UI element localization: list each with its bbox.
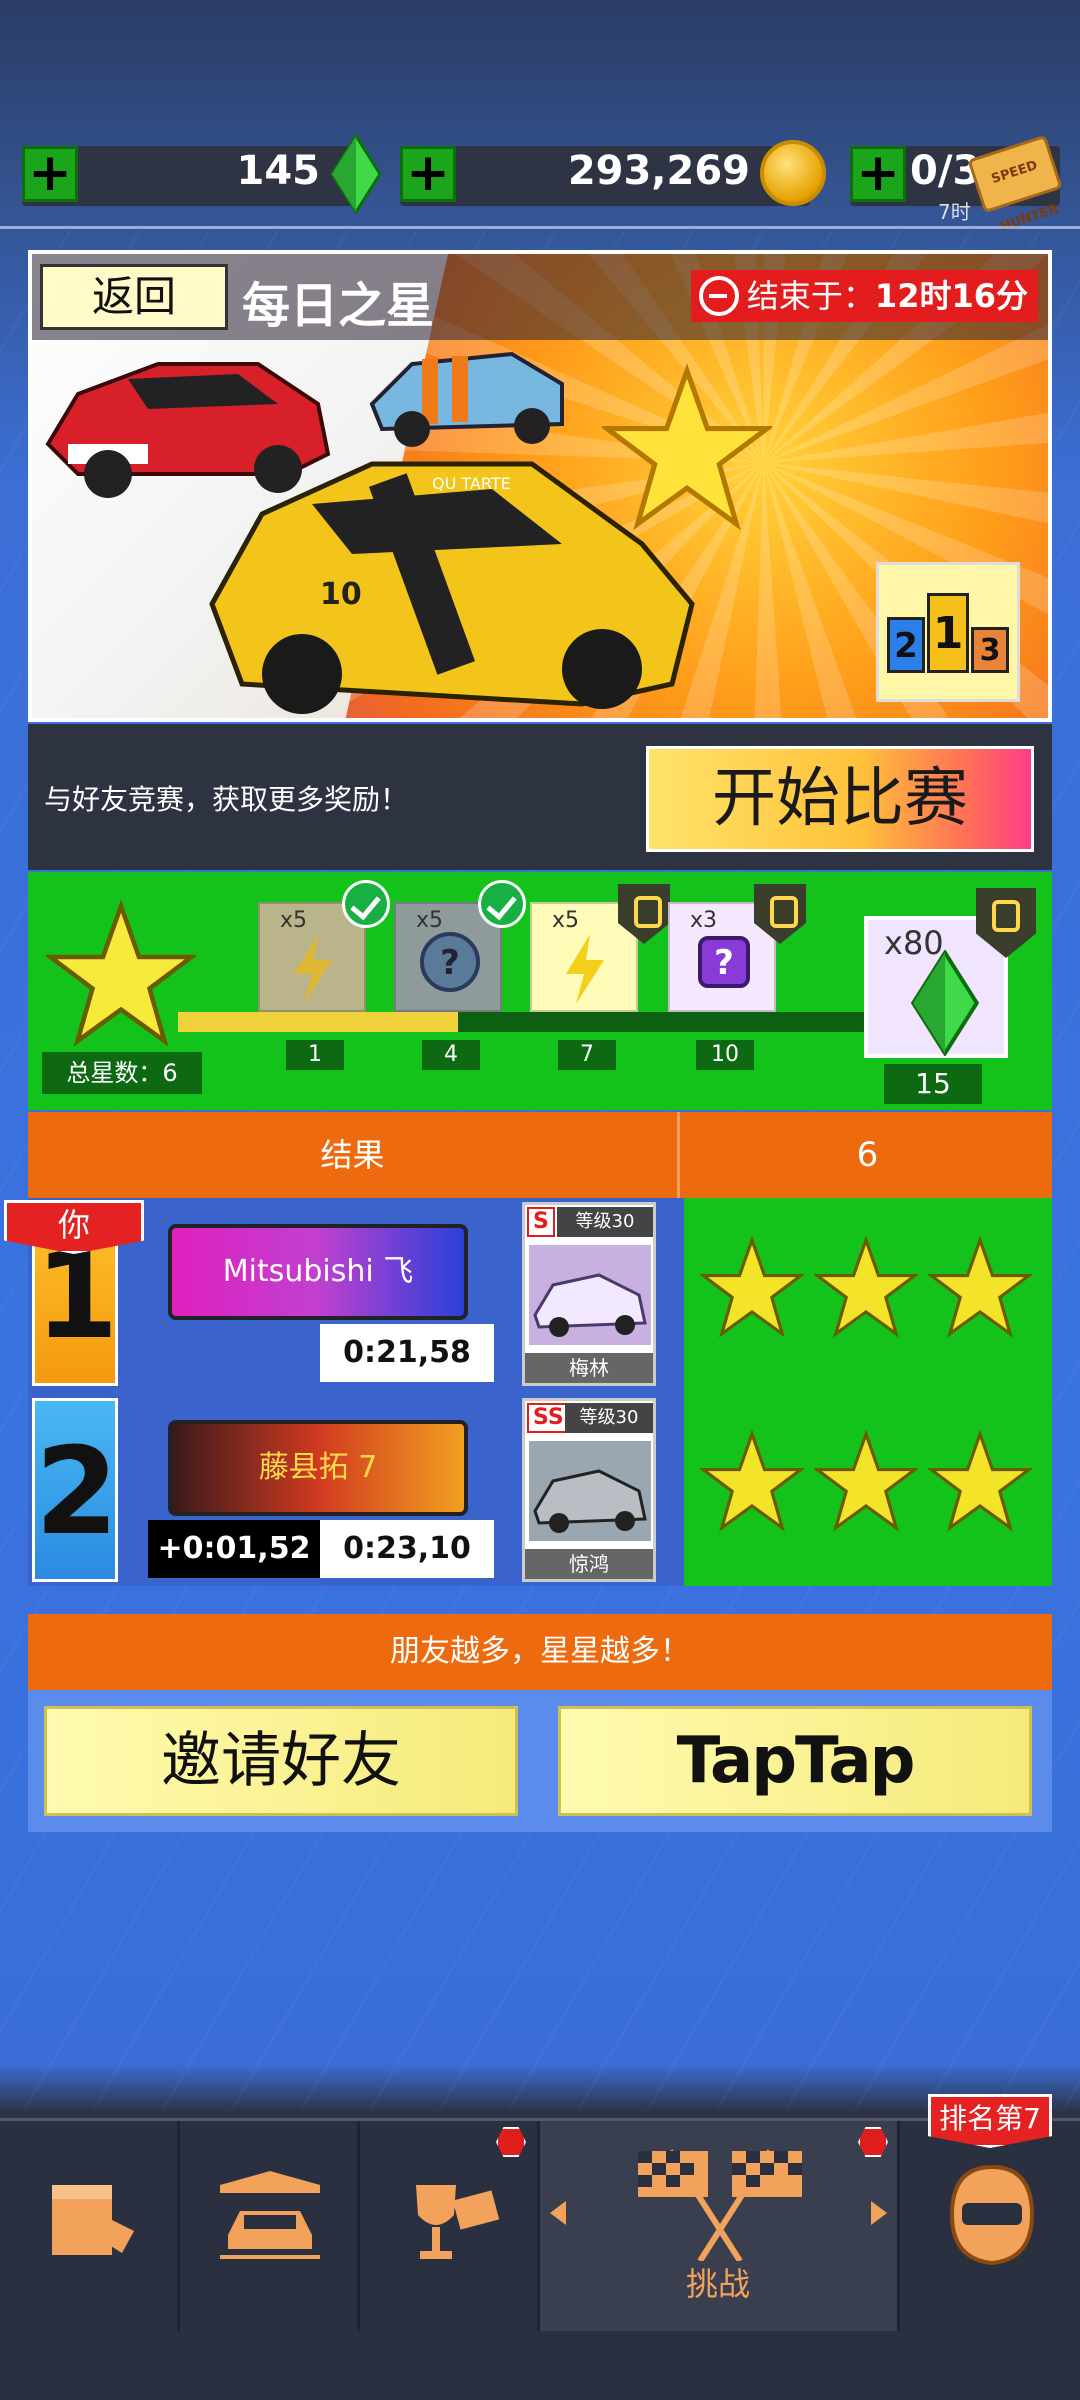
mystery-box-icon: ? [420,932,480,992]
total-star-icon [46,900,196,1047]
player-plate: Mitsubishi 飞 [168,1224,468,1320]
podium-third: 3 [971,627,1009,673]
start-hint: 与好友竞赛，获取更多奖励！ [44,783,409,816]
claimed-check-icon [342,880,390,928]
start-race-button[interactable]: 开始比赛 [646,746,1034,852]
car-livery-text: QU TARTE [432,474,511,493]
podium-second: 2 [887,617,925,673]
divider [0,226,1080,229]
gem-icon [910,950,980,1056]
add-gems-button[interactable]: + [22,146,78,202]
friends-header: 朋友越多，星星越多！ [28,1614,1052,1690]
result-stars-panel [684,1198,1052,1586]
coin-icon [760,140,826,206]
car-name: 惊鸿 [525,1549,653,1579]
car-image [529,1441,651,1541]
nav-item-cups[interactable] [360,2121,540,2331]
player-plate: 藤县拓 7 [168,1420,468,1516]
clock-icon [698,276,739,316]
result-row[interactable]: 2 藤县拓 7 +0:01,52 0:23,10 SS 等级30 惊鸿 [28,1394,684,1586]
car-image [529,1245,651,1345]
car-level: 等级30 [565,1403,653,1433]
end-time: 12时16分 [874,277,1028,315]
time-gap: +0:01,52 [148,1520,320,1578]
event-banner: QU TARTE 10 返回 每日之星 结束于：12时16分 2 1 3 [28,250,1052,722]
add-coins-button[interactable]: + [400,146,456,202]
claimed-check-icon [478,880,526,928]
lightning-icon [294,934,332,1004]
taptap-button[interactable]: TapTap [558,1706,1032,1816]
helmet-icon [949,2164,1035,2266]
threshold-label: 4 [422,1040,480,1070]
gems-value: 145 [236,148,321,194]
reward-count: x5 [280,908,308,933]
tickets-refill-time: 7时 [938,200,971,224]
reward-count: x5 [552,908,580,933]
race-time: 0:23,10 [320,1520,494,1578]
banner-star-icon [602,364,772,531]
car-name: 梅林 [525,1353,653,1383]
notification-dot [858,2127,888,2157]
car-number: 10 [320,577,362,612]
bottom-nav: 挑战 [0,2118,1080,2400]
lightning-icon [566,934,604,1004]
flags-icon [638,2149,802,2261]
car-level: 等级30 [557,1207,653,1237]
star-icon [814,1236,918,1338]
nav-item-shop[interactable] [0,2121,180,2331]
car-tier: S [527,1207,555,1237]
nav-item-profile[interactable] [900,2121,1080,2331]
chevron-right-icon [871,2201,887,2225]
star-progress-fill [178,1012,458,1032]
start-race-row: 与好友竞赛，获取更多奖励！ 开始比赛 [28,724,1052,870]
car-icon [220,2171,320,2259]
friends-panel: 邀请好友 TapTap [28,1690,1052,1832]
star-icon [700,1430,804,1532]
race-time: 0:21,58 [320,1324,494,1382]
svg-text:?: ? [714,943,734,983]
tickets-value: 0/3 [910,148,981,194]
nav-item-cars[interactable] [180,2121,360,2331]
results-header: 结果 6 [28,1112,1052,1198]
mystery-box-icon: ? [698,936,750,988]
final-threshold-label: 15 [884,1064,982,1104]
car-tier: SS [527,1403,570,1433]
star-icon [928,1430,1032,1532]
notification-dot [496,2127,526,2157]
total-stars-label: 总星数：6 [42,1052,202,1094]
threshold-label: 10 [696,1040,754,1070]
results-list: 1 Mitsubishi 飞 0:21,58 S 等级30 梅林 2 藤县拓 7… [28,1198,684,1586]
box-icon [52,2185,134,2255]
event-title: 每日之星 [242,278,435,334]
svg-text:?: ? [440,943,460,983]
results-star-total: 6 [856,1135,879,1175]
coins-value: 293,269 [567,148,750,194]
nav-label-challenge: 挑战 [686,2265,751,2303]
add-tickets-button[interactable]: + [850,146,906,202]
star-progress-panel: 总星数：6 x5 x5 ? x5 x3 ? 1 4 7 10 x80 15 [28,872,1052,1110]
star-progress-bar [178,1012,878,1032]
trophy-icon [416,2185,500,2259]
threshold-label: 1 [286,1040,344,1070]
podium-first: 1 [927,593,969,673]
star-icon [814,1430,918,1532]
star-icon [700,1236,804,1338]
back-button[interactable]: 返回 [40,264,228,330]
rank-badge: 2 [32,1398,119,1582]
end-label: 结束于： [746,277,875,315]
chevron-left-icon [550,2201,566,2225]
currency-bar: + 145 + 293,269 + 0/3 SPEED HUNTER 7时 [0,134,1080,236]
gem-icon [330,134,382,214]
car-card[interactable]: S 等级30 梅林 [522,1202,656,1386]
star-icon [928,1236,1032,1338]
results-title: 结果 [28,1112,680,1198]
car-card[interactable]: SS 等级30 惊鸿 [522,1398,656,1582]
event-timer: 结束于：12时16分 [690,270,1038,322]
invite-friends-button[interactable]: 邀请好友 [44,1706,518,1816]
leaderboard-button[interactable]: 2 1 3 [876,562,1020,702]
threshold-label: 7 [558,1040,616,1070]
nav-item-challenge[interactable]: 挑战 [540,2121,900,2331]
